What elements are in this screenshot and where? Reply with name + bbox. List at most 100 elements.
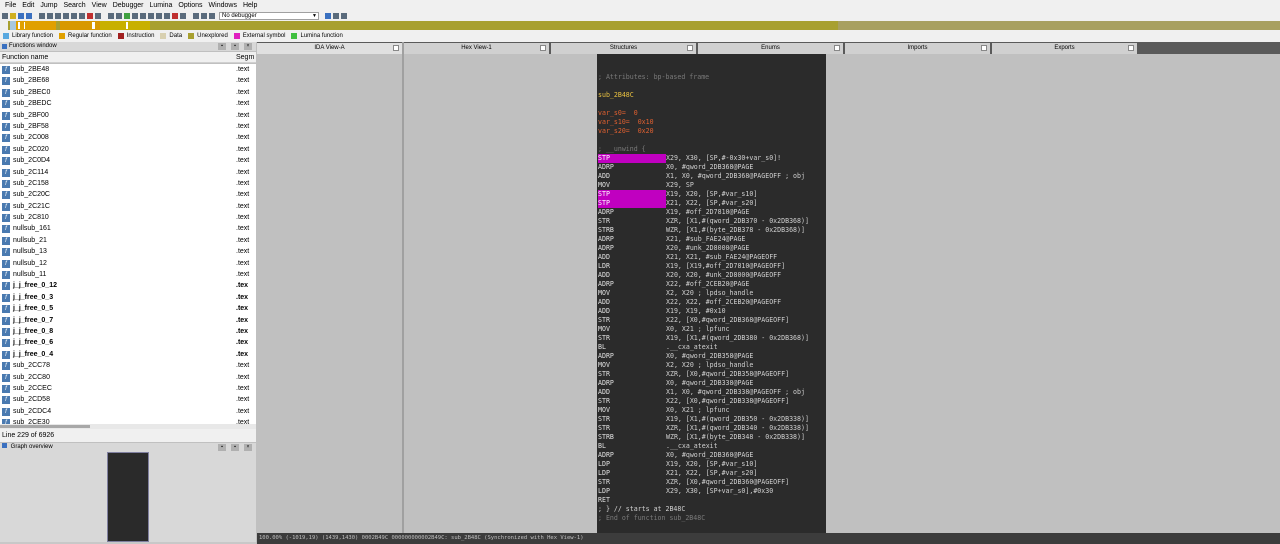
- code-line[interactable]: ADRP X22, #off_2CEB20@PAGE: [598, 280, 749, 289]
- graph-overview-viewport[interactable]: [107, 452, 149, 542]
- tab-imports[interactable]: Imports: [845, 43, 990, 54]
- code-line[interactable]: ; Attributes: bp-based frame: [598, 73, 709, 82]
- code-line[interactable]: ADD X22, X22, #off_2CEB20@PAGEOFF: [598, 298, 781, 307]
- ida-view-canvas-right[interactable]: [826, 54, 1280, 533]
- function-row[interactable]: f j_j_free_0_12 .tex: [0, 280, 256, 291]
- function-row[interactable]: f sub_2BF00 .text: [0, 110, 256, 121]
- function-row[interactable]: f sub_2BE68 .text: [0, 75, 256, 86]
- code-line[interactable]: ADD X1, X0, #qword_2DB368@PAGEOFF ; obj: [598, 172, 805, 181]
- function-row[interactable]: f sub_2C0D4 .text: [0, 155, 256, 166]
- scrollbar-thumb[interactable]: [0, 425, 90, 428]
- menu-debugger[interactable]: Debugger: [110, 0, 147, 11]
- code-line[interactable]: ; __unwind {: [598, 145, 646, 154]
- tool-icon[interactable]: [71, 13, 77, 19]
- code-line[interactable]: ADRP X0, #qword_2DB368@PAGE: [598, 163, 753, 172]
- menu-lumina[interactable]: Lumina: [146, 0, 175, 11]
- menu-options[interactable]: Options: [175, 0, 205, 11]
- menu-windows[interactable]: Windows: [206, 0, 240, 11]
- code-line[interactable]: ADD X21, X21, #sub_FAE24@PAGEOFF: [598, 253, 777, 262]
- menu-jump[interactable]: Jump: [37, 0, 60, 11]
- ida-view-canvas[interactable]: [257, 54, 597, 533]
- code-line[interactable]: ADD X1, X0, #qword_2DB338@PAGEOFF ; obj: [598, 388, 805, 397]
- code-line[interactable]: ADRP X0, #qword_2DB338@PAGE: [598, 379, 753, 388]
- tab-close-icon[interactable]: [834, 45, 840, 51]
- tab-hex-view-1[interactable]: Hex View-1: [404, 43, 549, 54]
- function-row[interactable]: f j_j_free_0_5 .tex: [0, 303, 256, 314]
- function-row[interactable]: f nullsub_11 .text: [0, 269, 256, 280]
- function-row[interactable]: f j_j_free_0_6 .tex: [0, 337, 256, 348]
- code-line[interactable]: var_s10= 0x10: [598, 118, 654, 127]
- menu-edit[interactable]: Edit: [19, 0, 37, 11]
- code-line[interactable]: STP X29, X30, [SP,#-0x30+var_s0]!: [598, 154, 781, 163]
- tab-close-icon[interactable]: [981, 45, 987, 51]
- tool-icon[interactable]: [95, 13, 101, 19]
- tab-exports[interactable]: Exports: [992, 43, 1137, 54]
- function-row[interactable]: f sub_2BEDC .text: [0, 98, 256, 109]
- code-line[interactable]: STR XZR, [X0,#qword_2DB358@PAGEOFF]: [598, 370, 789, 379]
- function-row[interactable]: f nullsub_12 .text: [0, 258, 256, 269]
- function-row[interactable]: f sub_2C114 .text: [0, 167, 256, 178]
- code-line[interactable]: ; } // starts at 2B48C: [598, 505, 685, 514]
- tool-icon[interactable]: [124, 13, 130, 19]
- code-line[interactable]: STR X22, [X0,#qword_2DB368@PAGEOFF]: [598, 316, 789, 325]
- function-row[interactable]: f j_j_free_0_7 .tex: [0, 315, 256, 326]
- function-row[interactable]: f sub_2BEC0 .text: [0, 87, 256, 98]
- tab-structures[interactable]: Structures: [551, 43, 696, 54]
- navigation-band[interactable]: [0, 21, 1280, 30]
- code-line[interactable]: RET: [598, 496, 666, 505]
- code-line[interactable]: var_s0= 0: [598, 109, 638, 118]
- code-line[interactable]: MOV X29, SP: [598, 181, 694, 190]
- functions-list[interactable]: f sub_2BE48 .text f sub_2BE68 .text f sub_2BEC0…: [0, 64, 256, 424]
- tool-icon[interactable]: [140, 13, 146, 19]
- menu-help[interactable]: Help: [240, 0, 260, 11]
- code-line[interactable]: MOV X2, X20 ; lpdso_handle: [598, 289, 753, 298]
- tool-icon[interactable]: [79, 13, 85, 19]
- tool-icon[interactable]: [116, 13, 122, 19]
- code-line[interactable]: ADD X20, X20, #unk_2D8000@PAGEOFF: [598, 271, 781, 280]
- code-line[interactable]: STP X19, X20, [SP,#var_s10]: [598, 190, 757, 199]
- tool-icon[interactable]: [63, 13, 69, 19]
- function-row[interactable]: f sub_2C020 .text: [0, 144, 256, 155]
- code-line[interactable]: ; End of function sub_2B48C: [598, 514, 705, 523]
- tool-icon[interactable]: [55, 13, 61, 19]
- function-row[interactable]: f j_j_free_0_8 .tex: [0, 326, 256, 337]
- open-icon[interactable]: [2, 13, 8, 19]
- code-line[interactable]: LDP X29, X30, [SP+var_s0],#0x30: [598, 487, 773, 496]
- code-line[interactable]: sub_2B48C: [598, 91, 634, 100]
- function-row[interactable]: f nullsub_161 .text: [0, 223, 256, 234]
- tool-icon[interactable]: [164, 13, 170, 19]
- function-row[interactable]: f nullsub_13 .text: [0, 246, 256, 257]
- code-line[interactable]: MOV X2, X20 ; lpdso_handle: [598, 361, 753, 370]
- tool-icon[interactable]: [87, 13, 93, 19]
- tool-icon[interactable]: [108, 13, 114, 19]
- function-row[interactable]: f sub_2C158 .text: [0, 178, 256, 189]
- function-row[interactable]: f sub_2CC78 .text: [0, 360, 256, 371]
- forward-icon[interactable]: [26, 13, 32, 19]
- code-line[interactable]: STR XZR, [X1,#(qword_2DB370 - 0x2DB368)]: [598, 217, 809, 226]
- function-row[interactable]: f sub_2CE30 .text: [0, 417, 256, 424]
- tool-icon[interactable]: [325, 13, 331, 19]
- function-row[interactable]: f sub_2BE48 .text: [0, 64, 256, 75]
- code-line[interactable]: ADD X19, X19, #0x10: [598, 307, 726, 316]
- back-icon[interactable]: [18, 13, 24, 19]
- tool-icon[interactable]: [132, 13, 138, 19]
- function-row[interactable]: f sub_2C20C .text: [0, 189, 256, 200]
- function-row[interactable]: f sub_2C008 .text: [0, 132, 256, 143]
- function-row[interactable]: f sub_2C21C .text: [0, 201, 256, 212]
- pause-icon[interactable]: [201, 13, 207, 19]
- debugger-select[interactable]: No debugger ▼: [219, 12, 319, 20]
- code-line[interactable]: STR XZR, [X1,#(qword_2DB340 - 0x2DB338)]: [598, 424, 809, 433]
- code-line[interactable]: STR X19, [X1,#(qword_2DB380 - 0x2DB368)]: [598, 334, 809, 343]
- code-line[interactable]: ADRP X19, #off_2D7810@PAGE: [598, 208, 749, 217]
- code-line[interactable]: STR X22, [X0,#qword_2DB338@PAGEOFF]: [598, 397, 789, 406]
- function-row[interactable]: f sub_2CD58 .text: [0, 394, 256, 405]
- code-line[interactable]: var_s20= 0x20: [598, 127, 654, 136]
- code-line[interactable]: MOV X0, X21 ; lpfunc: [598, 406, 730, 415]
- code-line[interactable]: BL .__cxa_atexit: [598, 442, 718, 451]
- tool-icon[interactable]: [333, 13, 339, 19]
- code-line[interactable]: STRB WZR, [X1,#(byte_2DB348 - 0x2DB338)]: [598, 433, 805, 442]
- function-row[interactable]: f sub_2CC80 .text: [0, 372, 256, 383]
- splitter[interactable]: [402, 42, 404, 533]
- menu-search[interactable]: Search: [60, 0, 88, 11]
- tab-close-icon[interactable]: [393, 45, 399, 51]
